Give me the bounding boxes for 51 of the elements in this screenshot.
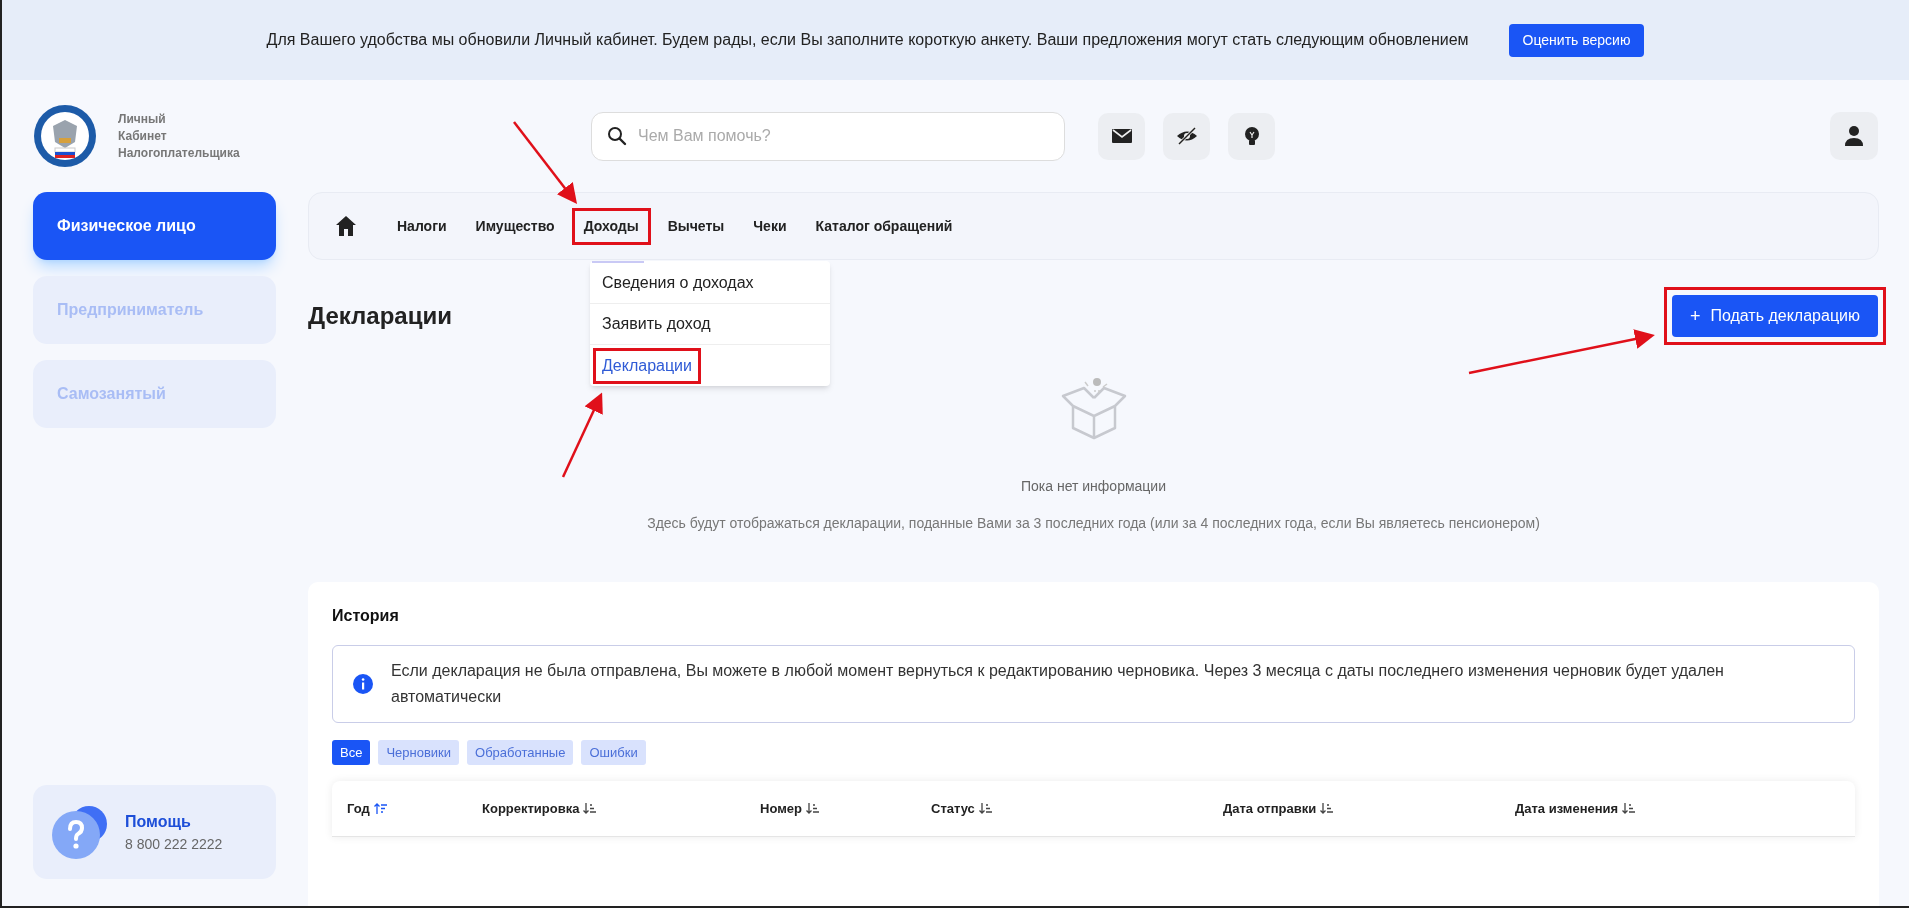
sort-descending-icon	[805, 802, 820, 815]
info-text: Если декларация не была отправлена, Вы можете в любой момент вернуться к редактированию черновика. Через 3 месяца с даты последнего изменения черновик будет удален автоматически	[391, 661, 1725, 707]
mail-button[interactable]	[1098, 112, 1145, 160]
nav-item[interactable]: Чеки	[743, 209, 797, 243]
column-header[interactable]: Статус	[931, 798, 993, 819]
sort-descending-icon	[1622, 802, 1637, 815]
sort-descending-icon	[583, 802, 598, 815]
sort-descending-icon	[1320, 802, 1335, 815]
history-title: История	[332, 606, 400, 626]
profile-button[interactable]	[1830, 112, 1878, 160]
nav-item[interactable]: Доходы	[573, 209, 649, 243]
submit-declaration-button[interactable]: + Подать декларацию	[1671, 295, 1878, 337]
home-button[interactable]	[335, 215, 357, 237]
help-phone: 8 800 222 2222	[125, 834, 223, 854]
user-icon	[1843, 125, 1865, 147]
sort-ascending-icon	[373, 802, 388, 815]
info-icon	[353, 674, 373, 694]
search-icon	[607, 125, 627, 146]
column-header[interactable]: Год	[347, 798, 388, 819]
nav-item[interactable]: Вычеты	[657, 209, 735, 243]
logo-text: Личный	[118, 111, 167, 127]
sidebar-item[interactable]: Физическое лицо	[33, 192, 276, 260]
column-header[interactable]: Номер	[760, 798, 820, 819]
empty-state-text: Здесь будут отображаться декларации, поданные Вами за 3 последних года (или за 4 последних года, если Вы являетесь пенсионером)	[647, 514, 1540, 533]
home-icon	[335, 215, 357, 237]
nav-item[interactable]: Налоги	[387, 209, 457, 243]
eye-crossed-button[interactable]	[1163, 112, 1210, 160]
lightbulb-button[interactable]	[1228, 112, 1275, 160]
help-card[interactable]: Помощь 8 800 222 2222	[33, 785, 276, 879]
sort-descending-icon	[978, 802, 993, 815]
empty-state-title: Пока нет информации	[1021, 477, 1166, 496]
logo-text: Кабинет	[118, 128, 168, 144]
page-title: Декларации	[308, 301, 452, 331]
help-title: Помощь	[125, 811, 192, 832]
search-field[interactable]: Чем Вам помочь?	[591, 111, 1065, 161]
filter-chip[interactable]: Черновики	[378, 740, 460, 765]
filter-chip[interactable]: Все	[332, 740, 371, 765]
dropdown-item[interactable]: Декларации	[596, 350, 698, 381]
emblem-logo	[33, 104, 97, 168]
column-header[interactable]: Дата отправки	[1223, 798, 1335, 819]
column-header[interactable]: Дата изменения	[1515, 798, 1637, 819]
banner-text: Для Вашего удобства мы обновили Личный кабинет. Будем рады, если Вы заполните короткую анкету. Ваши предложения могут стать следующим обновлением	[266, 30, 1469, 50]
column-header[interactable]: Корректировка	[482, 798, 598, 819]
rate-version-button[interactable]: Оценить версию	[1508, 23, 1645, 57]
nav-item[interactable]: Каталог обращений	[805, 209, 963, 243]
nav-item[interactable]: Имущество	[465, 209, 565, 243]
filter-chip[interactable]: Ошибки	[581, 740, 646, 765]
filter-chip[interactable]: Обработанные	[467, 740, 574, 765]
dropdown-item[interactable]: Заявить доход	[596, 309, 717, 339]
logo-text: Налогоплательщика	[118, 145, 240, 161]
dropdown-item[interactable]: Сведения о доходах	[596, 268, 760, 298]
